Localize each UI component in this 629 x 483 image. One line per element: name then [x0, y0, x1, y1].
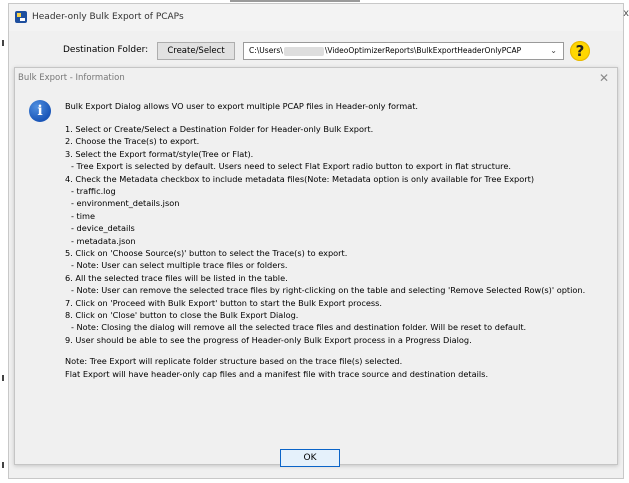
path-suffix: \VideoOptimizerReports\BulkExportHeaderO…	[324, 46, 522, 55]
instruction-line: - Note: User can select multiple trace f…	[71, 260, 288, 271]
instruction-line: 1. Select or Create/Select a Destination…	[65, 123, 374, 134]
destination-folder-label: Destination Folder:	[63, 45, 149, 55]
instruction-line: 2. Choose the Trace(s) to export.	[65, 136, 200, 147]
intro-text: Bulk Export Dialog allows VO user to exp…	[65, 101, 419, 111]
ok-button[interactable]: OK	[280, 449, 340, 467]
instruction-line: - device_details	[71, 223, 135, 234]
instruction-line: 6. All the selected trace files will be …	[65, 272, 288, 283]
instruction-line: 9. User should be able to see the progre…	[65, 334, 472, 345]
info-dialog: Bulk Export - Information ✕ i Bulk Expor…	[14, 67, 618, 467]
notes-list: Note: Tree Export will replicate folder …	[65, 355, 615, 380]
instruction-line: 4. Check the Metadata checkbox to includ…	[65, 173, 535, 184]
title-bar: Header-only Bulk Export of PCAPs x	[9, 4, 629, 31]
create-select-button[interactable]: Create/Select	[157, 42, 235, 60]
redacted-username	[283, 46, 324, 56]
instruction-line: - time	[71, 210, 96, 221]
instruction-line: - metadata.json	[71, 235, 136, 246]
window-close-button[interactable]: x	[623, 8, 629, 19]
info-dialog-title: Bulk Export - Information	[18, 73, 125, 83]
destination-row: Destination Folder: Create/Select C:\Use…	[9, 41, 623, 62]
instruction-line: 8. Click on 'Close' button to close the …	[65, 310, 299, 320]
note-line: Flat Export will have header-only cap fi…	[65, 368, 489, 379]
bulk-export-window: Header-only Bulk Export of PCAPs x Desti…	[8, 3, 629, 479]
chevron-down-icon[interactable]: ⌄	[550, 43, 557, 59]
instruction-line: 3. Select the Export format/style(Tree o…	[65, 148, 254, 159]
background-window-edge	[0, 0, 6, 483]
information-icon: i	[29, 100, 51, 122]
instruction-line: 5. Click on 'Choose Source(s)' button to…	[65, 247, 348, 258]
steps-list: 1. Select or Create/Select a Destination…	[65, 123, 615, 346]
window-title: Header-only Bulk Export of PCAPs	[32, 12, 184, 22]
destination-path-dropdown[interactable]: C:\Users\ \VideoOptimizerReports\BulkExpo…	[243, 42, 564, 60]
info-dialog-title-bar: Bulk Export - Information ✕	[15, 68, 617, 89]
info-dialog-body: Bulk Export Dialog allows VO user to exp…	[65, 100, 615, 380]
instruction-line: 7. Click on 'Proceed with Bulk Export' b…	[65, 297, 383, 308]
info-dialog-close-icon[interactable]: ✕	[599, 71, 609, 85]
app-icon	[15, 11, 27, 23]
instruction-line: - Note: User can remove the selected tra…	[71, 285, 586, 296]
instruction-line: - Note: Closing the dialog will remove a…	[71, 322, 527, 333]
instruction-line: - environment_details.json	[71, 198, 180, 209]
instruction-line: - Tree Export is selected by default. Us…	[71, 161, 511, 172]
help-icon[interactable]: ?	[570, 41, 590, 61]
instruction-line: - traffic.log	[71, 185, 116, 196]
note-line: Note: Tree Export will replicate folder …	[65, 356, 403, 367]
path-prefix: C:\Users\	[249, 46, 283, 55]
